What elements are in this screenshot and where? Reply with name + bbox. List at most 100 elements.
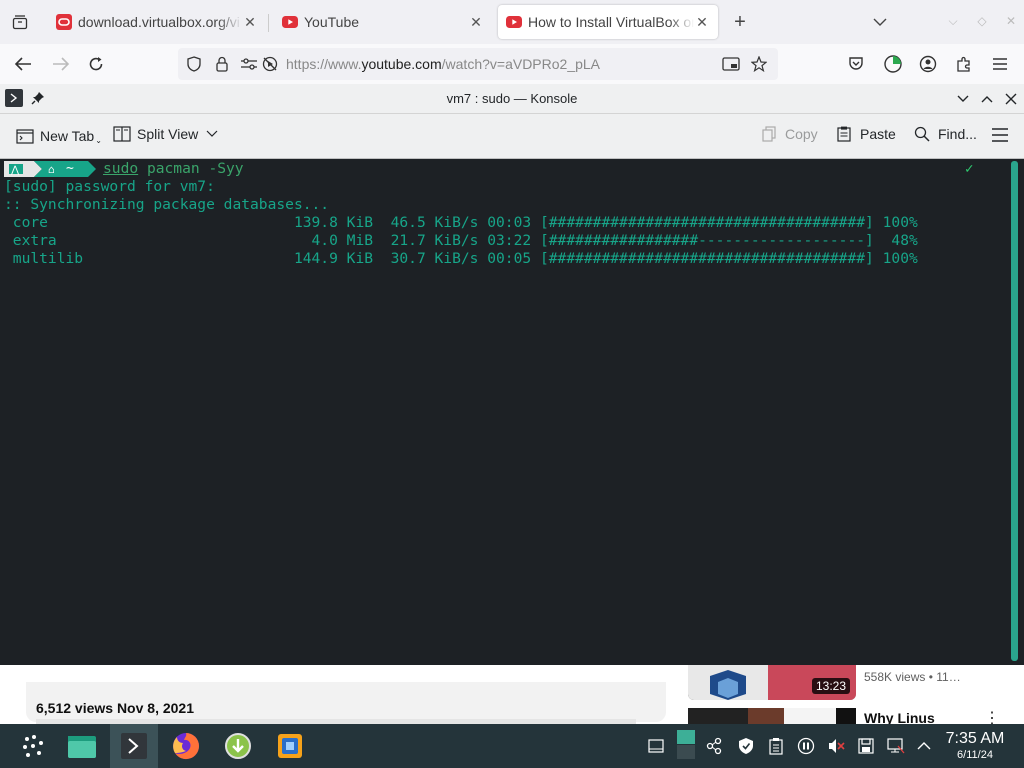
konsole-titlebar[interactable]: vm7 : sudo — Konsole	[0, 84, 1024, 114]
url-prefix: https://www.	[286, 56, 362, 72]
firefox-icon[interactable]	[166, 728, 206, 764]
tab-title: download.virtualbox.org/vi	[78, 14, 240, 30]
account-icon[interactable]	[918, 54, 938, 74]
video-views-date: 6,512 views Nov 8, 2021	[36, 700, 194, 716]
volume-muted-icon[interactable]	[826, 736, 846, 756]
media-pause-icon[interactable]	[796, 736, 816, 756]
close-window-icon[interactable]: ✕	[1004, 14, 1018, 28]
url-domain: youtube.com	[361, 56, 442, 72]
kde-connect-icon[interactable]	[704, 736, 724, 756]
hamburger-menu-icon[interactable]	[990, 54, 1010, 74]
close-tab-icon[interactable]: ✕	[242, 14, 258, 31]
chevron-down-icon[interactable]	[870, 12, 890, 32]
paste-icon	[837, 126, 851, 142]
forward-icon[interactable]	[50, 54, 72, 74]
reload-icon[interactable]	[86, 54, 106, 74]
picture-in-picture-icon[interactable]	[722, 56, 740, 72]
konsole-taskbar-icon[interactable]	[110, 724, 158, 768]
paste-label: Paste	[860, 126, 896, 142]
lock-icon[interactable]	[214, 56, 230, 72]
command-args: pacman -Syy	[138, 160, 244, 177]
close-window-icon[interactable]	[1003, 91, 1019, 107]
browser-tab-bar: download.virtualbox.org/vi ✕ YouTube ✕ H…	[0, 0, 1024, 44]
oracle-icon	[56, 14, 72, 30]
youtube-icon	[282, 14, 298, 30]
clock-date: 6/11/24	[957, 749, 993, 761]
youtube-page: 6,512 views Nov 8, 2021 13:23 558K views…	[0, 664, 1024, 727]
maximize-window-icon[interactable]: ◇	[975, 14, 989, 28]
virtualbox-icon[interactable]	[270, 728, 310, 764]
shell-prompt: ⋀ ⌂ ~	[4, 161, 99, 177]
new-tab-label: New Tab	[40, 127, 95, 144]
dropdown-indicator-icon: ⌄	[95, 136, 102, 145]
download-manager-icon[interactable]	[218, 728, 258, 764]
back-icon[interactable]	[12, 54, 34, 74]
storage-device-icon[interactable]	[856, 736, 876, 756]
tab-youtube[interactable]: YouTube ✕	[274, 5, 492, 39]
file-manager-icon[interactable]	[62, 728, 102, 764]
url-text[interactable]: https://www.youtube.com/watch?v=aVDPRo2_…	[286, 56, 600, 72]
video-duration-badge: 13:23	[812, 678, 851, 694]
home-icon: ⌂	[48, 163, 55, 176]
chevron-up-icon[interactable]	[914, 736, 934, 756]
command-sudo: sudo	[103, 160, 139, 177]
youtube-icon	[506, 14, 522, 30]
list-all-tabs-icon[interactable]	[10, 12, 30, 32]
tab-install-virtualbox[interactable]: How to Install VirtualBox on ✕	[498, 5, 718, 39]
browser-navigation-bar: https://www.youtube.com/watch?v=aVDPRo2_…	[0, 44, 1024, 85]
new-tab-button[interactable]: New Tab ⌄	[16, 126, 102, 145]
copy-label: Copy	[785, 126, 818, 142]
security-shield-icon[interactable]	[736, 736, 756, 756]
clock-time: 7:35 AM	[945, 730, 1005, 747]
new-tab-icon[interactable]: +	[730, 11, 750, 33]
tab-title: How to Install VirtualBox on	[528, 14, 694, 30]
split-view-button[interactable]: Split View	[113, 126, 218, 142]
minimize-window-icon[interactable]: ⌵	[946, 14, 960, 28]
related-video-meta: 558K views • 11…	[864, 670, 961, 684]
find-button[interactable]: Find...	[914, 126, 977, 142]
maximize-window-icon[interactable]	[979, 91, 995, 107]
output-line: [sudo] password for vm7:	[4, 178, 215, 195]
digital-clock[interactable]: 7:35 AM 6/11/24	[938, 730, 1012, 762]
prompt-directory: ~	[66, 161, 74, 176]
new-tab-icon	[16, 128, 34, 144]
taskbar: 7:35 AM 6/11/24	[0, 724, 1024, 768]
copy-icon	[762, 126, 776, 142]
hamburger-menu-icon[interactable]	[992, 128, 1008, 142]
terminal-output[interactable]: ⋀ ⌂ ~ sudo pacman -Syy ✓ [sudo] password…	[0, 159, 1010, 665]
konsole-window: vm7 : sudo — Konsole New Tab ⌄ Split Vie…	[0, 84, 1024, 665]
pocket-icon[interactable]	[846, 54, 866, 74]
command-status-check: ✓	[965, 161, 974, 177]
url-bar[interactable]: https://www.youtube.com/watch?v=aVDPRo2_…	[178, 48, 778, 80]
clipboard-icon[interactable]	[766, 736, 786, 756]
tab-virtualbox-download[interactable]: download.virtualbox.org/vi ✕	[48, 5, 266, 39]
related-video-thumbnail-2[interactable]	[688, 708, 856, 724]
extensions-puzzle-icon[interactable]	[954, 54, 974, 74]
bookmark-star-icon[interactable]	[750, 56, 768, 72]
extension-progress-icon[interactable]	[882, 53, 904, 75]
autoplay-blocked-icon[interactable]	[262, 56, 278, 72]
paste-button[interactable]: Paste	[836, 126, 896, 142]
close-tab-icon[interactable]: ✕	[694, 14, 710, 31]
virtual-desktop-pager[interactable]	[676, 730, 696, 760]
output-line: core 139.8 KiB 46.5 KiB/s 00:03 [#######…	[4, 214, 918, 231]
show-desktop-icon[interactable]	[646, 736, 666, 756]
find-label: Find...	[938, 126, 977, 142]
network-wired-icon[interactable]	[886, 736, 906, 756]
konsole-toolbar: New Tab ⌄ Split View Copy Paste Find...	[0, 114, 1024, 159]
terminal-scrollbar[interactable]	[1011, 161, 1018, 661]
close-tab-icon[interactable]: ✕	[468, 14, 484, 31]
permissions-icon[interactable]	[240, 56, 258, 72]
shield-icon[interactable]	[186, 56, 202, 72]
url-path: /watch?v=aVDPRo2_pLA	[441, 56, 601, 72]
minimize-window-icon[interactable]	[955, 91, 971, 107]
application-launcher-icon[interactable]	[14, 728, 54, 764]
output-line: :: Synchronizing package databases...	[4, 196, 330, 213]
chevron-down-icon	[206, 130, 218, 137]
output-line: multilib 144.9 KiB 30.7 KiB/s 00:05 [###…	[4, 250, 918, 267]
konsole-window-title: vm7 : sudo — Konsole	[446, 91, 578, 106]
tab-title: YouTube	[304, 14, 360, 30]
copy-button[interactable]: Copy	[761, 126, 818, 142]
search-icon	[914, 126, 930, 142]
tab-divider	[268, 14, 269, 32]
